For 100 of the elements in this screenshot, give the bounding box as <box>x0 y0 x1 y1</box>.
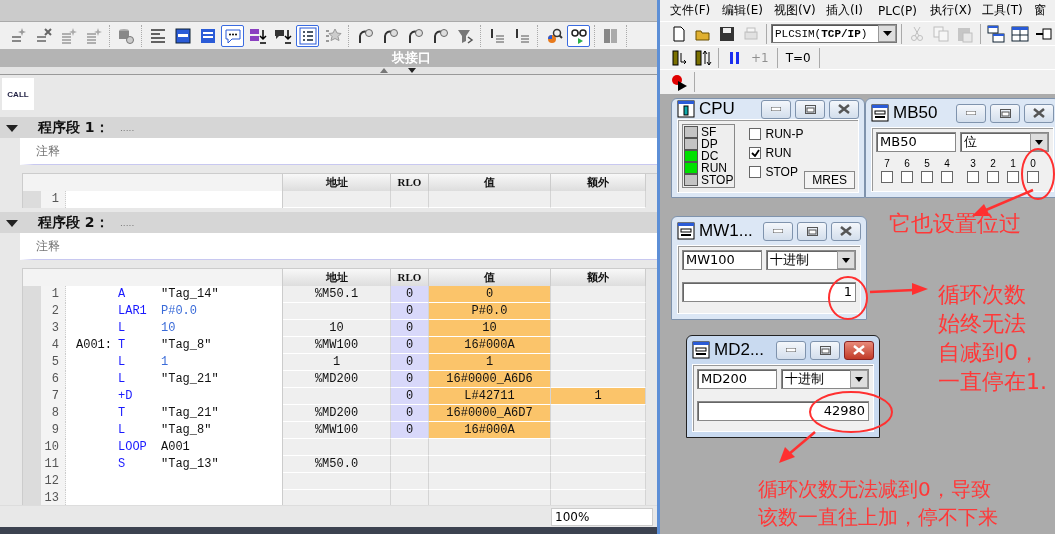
bit-checkbox[interactable] <box>881 171 893 183</box>
window-title: MB50 <box>893 103 939 123</box>
book-icon <box>601 26 620 45</box>
format-dropdown[interactable]: 十进制 <box>766 250 856 270</box>
line-number: 1 <box>41 286 66 303</box>
close-button[interactable] <box>1024 103 1054 123</box>
close-button[interactable] <box>831 221 861 241</box>
jump-label: A001: <box>75 337 113 354</box>
floppy-icon <box>718 24 736 43</box>
expand-triangle-icon[interactable] <box>6 122 18 133</box>
instruction: LAR1 <box>118 303 148 320</box>
bit-checkbox[interactable] <box>967 171 979 183</box>
address-field[interactable]: MW100 <box>682 250 762 270</box>
toolbar-button[interactable] <box>1009 23 1031 44</box>
rlo-cell: 0 <box>391 286 429 303</box>
menu-item[interactable]: 文件(F) <box>670 2 717 19</box>
rlo-cell: 0 <box>391 354 429 371</box>
format-dropdown[interactable]: 位 <box>960 132 1049 152</box>
mode-checkbox[interactable] <box>749 147 762 159</box>
bit-checkbox[interactable] <box>1027 171 1039 183</box>
rows-star-icon <box>9 26 28 45</box>
bit-checkbox[interactable] <box>901 171 913 183</box>
column-header: RLO <box>391 174 429 191</box>
comment-field[interactable]: 注释 <box>20 138 657 165</box>
menu-item[interactable]: 视图(V) <box>774 2 821 19</box>
toolbar-button[interactable] <box>567 24 590 47</box>
toolbar-button[interactable] <box>692 47 714 68</box>
maximize-button[interactable] <box>810 340 840 360</box>
instruction: L <box>118 354 127 371</box>
address-cell: %MD200 <box>283 371 391 388</box>
zoom-field[interactable]: 100% <box>551 507 653 526</box>
menu-item[interactable]: PLC(P) <box>878 3 925 18</box>
address-cell: %MW100 <box>283 337 391 354</box>
maximize-button[interactable] <box>990 103 1020 123</box>
toolbar-button[interactable] <box>296 24 319 47</box>
instruction: L <box>118 320 127 337</box>
expand-triangle-icon[interactable] <box>6 217 18 228</box>
rlo-cell: 0 <box>391 388 429 405</box>
call-button[interactable]: CALL <box>2 78 34 110</box>
menu-item[interactable]: 工具(T) <box>982 2 1029 19</box>
panel-title: 块接口 <box>392 49 431 67</box>
bit-checkbox[interactable] <box>987 171 999 183</box>
bit-label: 4 <box>944 158 950 169</box>
network-header[interactable]: 程序段 1： ..... <box>0 117 657 138</box>
close-button[interactable] <box>829 99 859 119</box>
comment-field[interactable]: 注释 <box>20 233 657 260</box>
dropdown-arrow-icon <box>1035 139 1043 145</box>
address-cell: %M50.0 <box>283 456 391 473</box>
cylinder-icon <box>116 26 135 45</box>
value-field[interactable]: 1 <box>682 282 856 302</box>
up-arrow-icon[interactable] <box>380 68 388 73</box>
mode-checkbox[interactable] <box>749 166 762 178</box>
network-title: 程序段 2： <box>38 213 110 232</box>
network-title-placeholder: ..... <box>120 217 135 228</box>
format-dropdown[interactable]: 十进制 <box>781 369 869 389</box>
menu-item[interactable]: 插入(I) <box>826 2 873 19</box>
instruction: LOOP <box>118 439 148 456</box>
address-cell: 1 <box>283 354 391 371</box>
maximize-button[interactable] <box>795 99 825 119</box>
menu-item[interactable]: 编辑(E) <box>722 2 769 19</box>
minimize-button[interactable] <box>956 103 986 123</box>
highlight-ellipse <box>1021 148 1055 200</box>
value-field[interactable]: 42980 <box>697 401 869 421</box>
line-number: 9 <box>41 422 66 439</box>
maximize-button[interactable] <box>797 221 827 241</box>
led-label: DC <box>701 150 720 162</box>
close-button[interactable] <box>844 340 874 360</box>
instruction: T <box>118 337 127 354</box>
connection-dropdown[interactable]: PLCSIM(TCP/IP) <box>771 24 897 43</box>
minimize-button[interactable] <box>776 340 806 360</box>
reset-button[interactable]: MRES <box>804 171 855 189</box>
instruction: A <box>118 286 127 303</box>
down-arrow-icon[interactable] <box>408 68 416 73</box>
network-header[interactable]: 程序段 2： ..... <box>0 212 657 233</box>
operand: "Tag_21" <box>161 371 219 388</box>
operand: A001 <box>161 439 190 456</box>
address-field[interactable]: MB50 <box>876 132 956 152</box>
line-number: 2 <box>41 303 66 320</box>
value-cell: 1 <box>429 354 551 371</box>
line-number: 12 <box>41 473 66 490</box>
minimize-button[interactable] <box>761 99 791 119</box>
line-number: 10 <box>41 439 66 456</box>
bit-checkbox[interactable] <box>941 171 953 183</box>
app-window-icon <box>692 341 710 359</box>
bit-checkbox[interactable] <box>921 171 933 183</box>
toolbar-button[interactable]: T=0 <box>781 47 815 68</box>
network-title: 程序段 1： <box>38 118 110 137</box>
line-number: 11 <box>41 456 66 473</box>
close-icon <box>853 345 865 355</box>
bit-checkbox[interactable] <box>1007 171 1019 183</box>
address-field[interactable]: MD200 <box>697 369 777 389</box>
minimize-button[interactable] <box>763 221 793 241</box>
mode-checkbox[interactable] <box>749 128 762 140</box>
panel-icon <box>198 26 217 45</box>
maximize-icon <box>806 226 818 236</box>
address-cell: %MD200 <box>283 405 391 422</box>
cascade-icon <box>987 24 1005 43</box>
window-title: CPU <box>699 99 736 119</box>
menu-item[interactable]: 窗 <box>1034 2 1046 19</box>
menu-item[interactable]: 执行(X) <box>930 2 977 19</box>
